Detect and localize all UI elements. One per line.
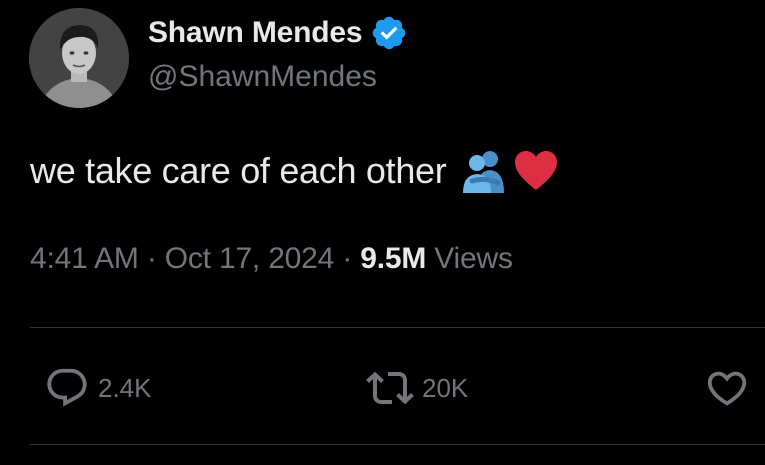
retweet-button[interactable]: 20K [366,362,468,414]
meta-separator: · [342,242,353,275]
reply-count: 2.4K [98,372,152,403]
author-handle[interactable]: @ShawnMendes [148,60,377,94]
red-heart-emoji-icon [512,147,560,195]
tweet-card: Shawn Mendes @ShawnMendes we take care o… [0,0,765,465]
tweet-text-content: we take care of each other [30,150,447,191]
retweet-count: 20K [422,372,469,403]
author-display-name[interactable]: Shawn Mendes [148,16,363,50]
tweet-text: we take care of each other [30,146,560,196]
heart-outline-icon [704,365,750,411]
tweet-time[interactable]: 4:41 AM [30,242,139,275]
people-hugging-emoji-icon [460,147,508,195]
views-count[interactable]: 9.5M [360,242,426,275]
avatar[interactable] [29,8,129,108]
divider [30,444,765,445]
divider [30,327,765,328]
reply-icon [44,365,90,411]
meta-separator: · [146,242,157,275]
tweet-meta: 4:41 AM · Oct 17, 2024 · 9.5M Views [30,242,513,276]
verified-badge-icon[interactable] [370,14,408,52]
views-label[interactable]: Views [434,242,513,275]
retweet-icon [366,364,414,412]
reply-button[interactable]: 2.4K [44,362,152,414]
author-name-row: Shawn Mendes [148,12,408,54]
tweet-date[interactable]: Oct 17, 2024 [165,242,335,275]
action-bar: 2.4K 20K [0,362,765,414]
like-button[interactable] [704,362,750,414]
